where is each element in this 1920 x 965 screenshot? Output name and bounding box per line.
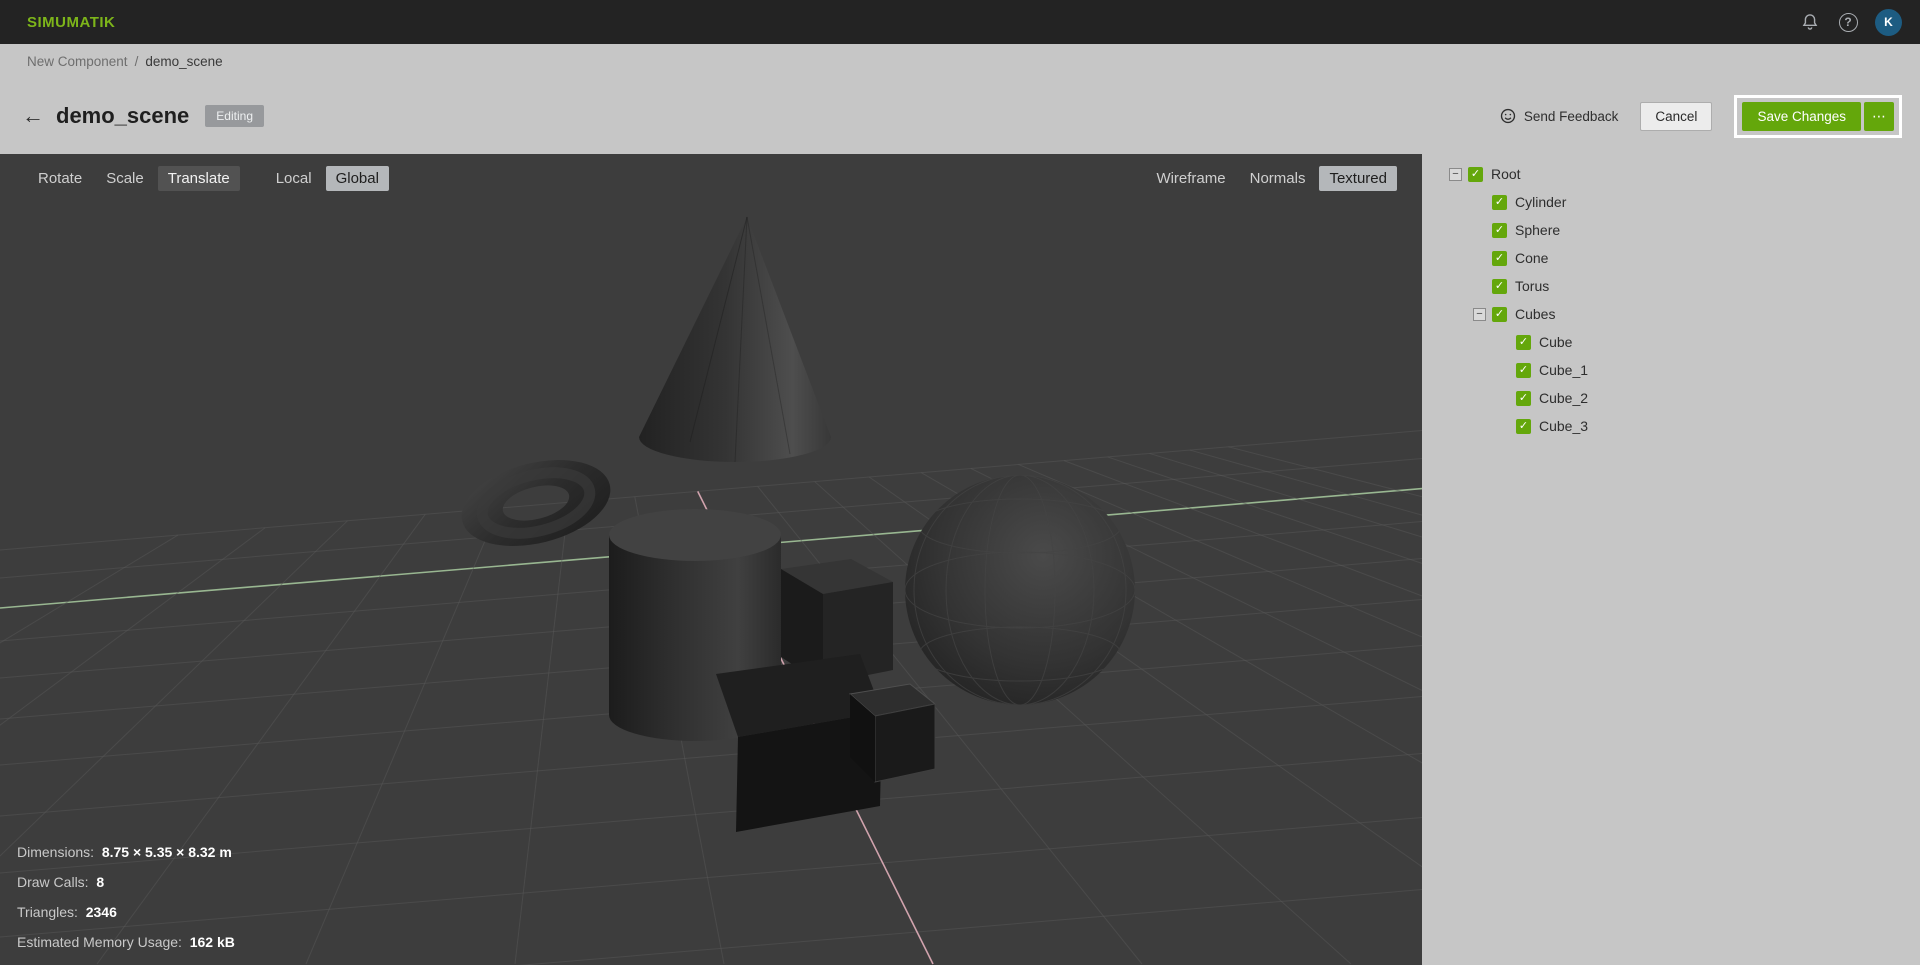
collapse-icon[interactable]: − — [1473, 307, 1486, 321]
torus-object[interactable] — [453, 446, 620, 560]
feedback-smiley-icon — [1500, 108, 1515, 124]
back-arrow-icon: ← — [22, 103, 44, 128]
breadcrumb-current: demo_scene — [145, 53, 223, 69]
tree-checkbox[interactable]: ✓ — [1492, 306, 1507, 322]
tree-item-label: Cube_3 — [1539, 418, 1589, 434]
wireframe-button[interactable]: Wireframe — [1146, 166, 1235, 191]
cancel-button[interactable]: Cancel — [1640, 101, 1713, 131]
tree-item-label: Cubes — [1515, 306, 1556, 322]
ellipsis-icon: ⋯ — [1872, 108, 1886, 124]
tree-item-label: Cube — [1539, 334, 1573, 350]
simumatik-logo[interactable]: SIMUMATIK — [27, 14, 115, 31]
tree-item-cylinder[interactable]: ✓ Cylinder — [1422, 188, 1920, 216]
3d-viewport[interactable]: Rotate Scale Translate Local Global Wire… — [0, 154, 1422, 965]
render-mode-group: Wireframe Normals Textured — [1146, 166, 1397, 191]
send-feedback-label: Send Feedback — [1523, 108, 1619, 124]
user-avatar[interactable]: K — [1875, 8, 1902, 36]
tree-item-cube[interactable]: ✓ Cube — [1422, 328, 1920, 356]
send-feedback-button[interactable]: Send Feedback — [1499, 107, 1619, 125]
tree-item-torus[interactable]: ✓ Torus — [1422, 272, 1920, 300]
tree-checkbox[interactable]: ✓ — [1492, 250, 1507, 266]
tree-item-cube-1[interactable]: ✓ Cube_1 — [1422, 356, 1920, 384]
tree-item-cone[interactable]: ✓ Cone — [1422, 244, 1920, 272]
tree-checkbox[interactable]: ✓ — [1516, 362, 1531, 378]
editing-badge: Editing — [205, 105, 264, 127]
tree-checkbox[interactable]: ✓ — [1516, 334, 1531, 350]
notifications-button[interactable] — [1799, 11, 1821, 33]
tree-checkbox[interactable]: ✓ — [1516, 418, 1531, 434]
translate-button[interactable]: Translate — [157, 166, 240, 191]
sphere-object[interactable] — [905, 475, 1135, 705]
back-button[interactable]: ← — [22, 105, 56, 127]
tree-item-label: Cube_2 — [1539, 390, 1589, 406]
tree-item-cube-2[interactable]: ✓ Cube_2 — [1422, 384, 1920, 412]
scene-tree-panel: − ✓ Root ✓ Cylinder ✓ Sphere ✓ Cone ✓ To… — [1422, 154, 1920, 965]
local-button[interactable]: Local — [266, 166, 322, 191]
help-button[interactable]: ? — [1837, 11, 1859, 33]
cone-object[interactable] — [639, 216, 831, 463]
help-icon: ? — [1838, 12, 1858, 32]
tree-item-label: Sphere — [1515, 222, 1561, 238]
rotate-button[interactable]: Rotate — [28, 166, 92, 191]
tree-checkbox[interactable]: ✓ — [1516, 390, 1531, 406]
page-title: demo_scene — [56, 103, 190, 128]
transform-tool-group: Rotate Scale Translate — [28, 166, 240, 191]
tree-checkbox[interactable]: ✓ — [1468, 166, 1483, 182]
tree-item-cubes[interactable]: − ✓ Cubes — [1422, 300, 1920, 328]
tree-item-label: Cylinder — [1515, 194, 1567, 210]
breadcrumb-separator: / — [134, 53, 139, 69]
tree-checkbox[interactable]: ✓ — [1492, 278, 1507, 294]
tree-checkbox[interactable]: ✓ — [1492, 194, 1507, 210]
tree-item-root[interactable]: − ✓ Root — [1422, 160, 1920, 188]
tree-item-sphere[interactable]: ✓ Sphere — [1422, 216, 1920, 244]
top-bar: SIMUMATIK ? K — [0, 0, 1920, 44]
stat-draw-calls: Draw Calls: 8 — [17, 874, 105, 890]
normals-button[interactable]: Normals — [1240, 166, 1316, 191]
stat-triangles: Triangles: 2346 — [17, 904, 117, 920]
scale-button[interactable]: Scale — [96, 166, 154, 191]
viewport-stats: Dimensions: 8.75 × 5.35 × 8.32 m Draw Ca… — [17, 837, 235, 957]
page-header: ← demo_scene Editing Send Feedback Cance… — [0, 78, 1920, 154]
tree-item-cube-3[interactable]: ✓ Cube_3 — [1422, 412, 1920, 440]
tree-item-label: Cone — [1515, 250, 1549, 266]
bell-icon — [1802, 14, 1818, 30]
cubes-group-object[interactable] — [716, 654, 937, 832]
stat-dimensions: Dimensions: 8.75 × 5.35 × 8.32 m — [17, 844, 232, 860]
stat-memory: Estimated Memory Usage: 162 kB — [17, 934, 235, 950]
more-options-button[interactable]: ⋯ — [1864, 101, 1894, 131]
save-highlight-outline: Save Changes ⋯ — [1734, 94, 1902, 138]
save-changes-button[interactable]: Save Changes — [1742, 101, 1861, 131]
tree-item-label: Cube_1 — [1539, 362, 1589, 378]
tree-item-label: Torus — [1515, 278, 1550, 294]
breadcrumb-parent[interactable]: New Component — [27, 54, 128, 69]
textured-button[interactable]: Textured — [1319, 166, 1397, 191]
tree-checkbox[interactable]: ✓ — [1492, 222, 1507, 238]
global-button[interactable]: Global — [325, 166, 389, 191]
breadcrumb: New Component / demo_scene — [0, 44, 1920, 78]
space-tool-group: Local Global — [266, 166, 389, 191]
viewport-toolbar: Rotate Scale Translate Local Global Wire… — [0, 166, 1422, 191]
collapse-icon[interactable]: − — [1449, 167, 1462, 181]
tree-item-label: Root — [1491, 166, 1521, 182]
